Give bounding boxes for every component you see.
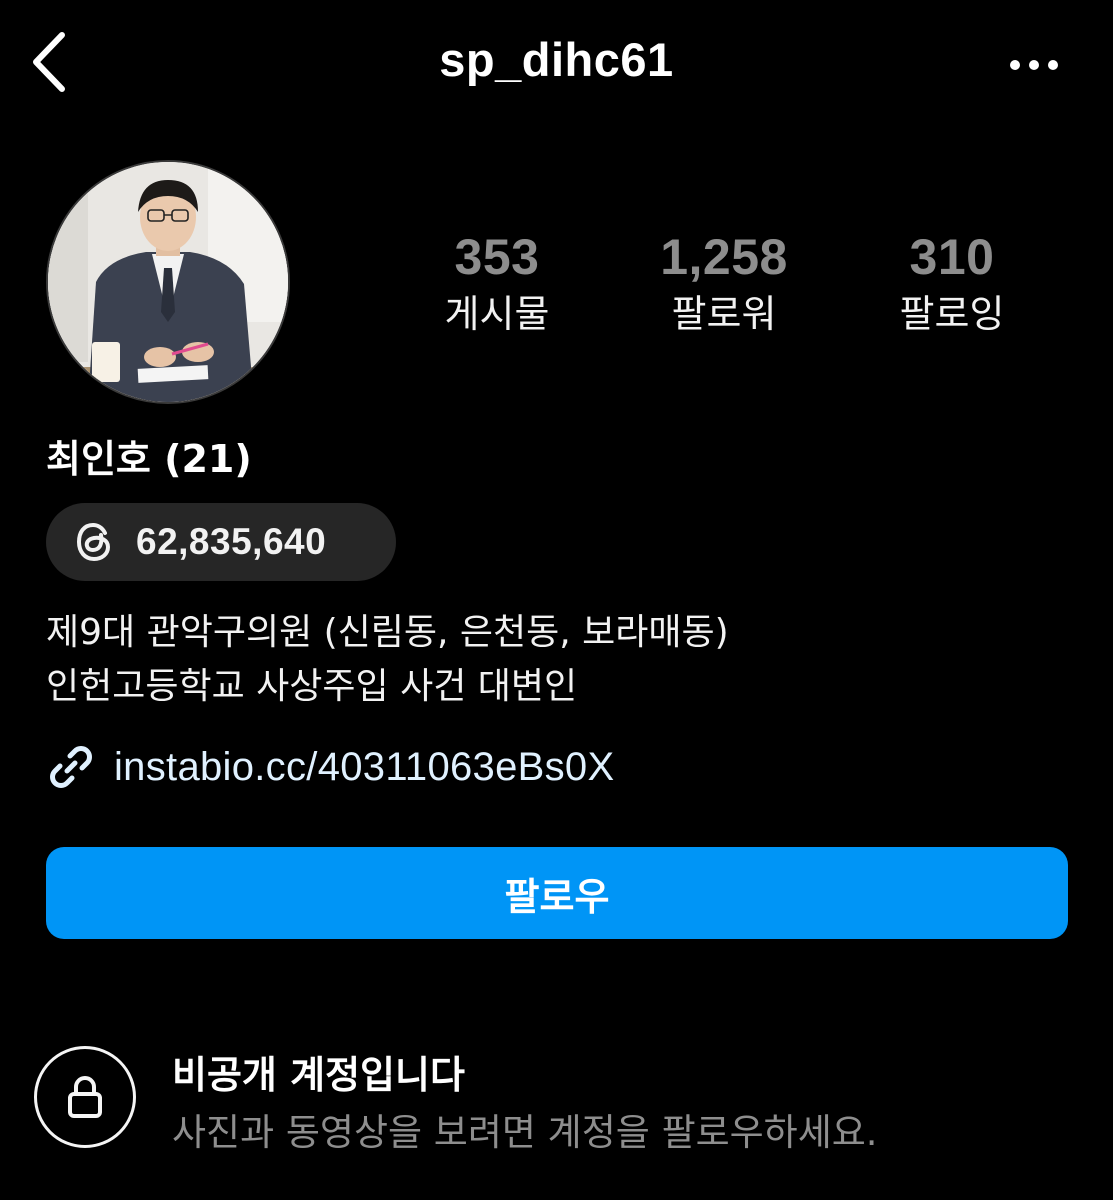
profile-display-name: 최인호 (21) [46, 437, 252, 481]
follow-button[interactable]: 팔로우 [46, 847, 1068, 939]
profile-link[interactable]: instabio.cc/40311063eBs0X [46, 742, 614, 792]
top-navigation-bar: sp_dihc61 [0, 0, 1113, 130]
posts-count: 353 [454, 229, 540, 285]
lock-icon [68, 1076, 102, 1118]
more-options-button[interactable] [999, 40, 1069, 90]
stat-posts[interactable]: 353 게시물 [387, 228, 607, 340]
private-account-title: 비공개 계정입니다 [172, 1053, 465, 1097]
posts-label: 게시물 [444, 292, 550, 336]
private-account-subtitle: 사진과 동영상을 보려면 계정을 팔로우하세요. [172, 1111, 878, 1154]
private-account-lock-badge [34, 1046, 136, 1148]
bio-line: 인헌고등학교 사상주입 사건 대변인 [46, 666, 578, 707]
following-count: 310 [909, 229, 995, 285]
following-label: 팔로잉 [899, 292, 1005, 336]
bio-line: 제9대 관악구의원 (신림동, 은천동, 보라매동) [46, 612, 729, 653]
stat-following[interactable]: 310 팔로잉 [842, 228, 1062, 340]
followers-count: 1,258 [660, 229, 788, 285]
profile-bio: 제9대 관악구의원 (신림동, 은천동, 보라매동) 인헌고등학교 사상주입 사… [46, 606, 729, 714]
avatar-photo [48, 162, 288, 402]
stat-followers[interactable]: 1,258 팔로워 [614, 228, 834, 340]
profile-avatar[interactable] [46, 160, 290, 404]
threads-badge[interactable]: 62,835,640 [46, 503, 396, 581]
threads-follower-count: 62,835,640 [136, 521, 327, 562]
threads-logo-icon [76, 522, 111, 562]
link-icon [50, 746, 92, 788]
more-horizontal-icon [1010, 60, 1058, 70]
followers-label: 팔로워 [671, 292, 777, 336]
profile-link-url[interactable]: instabio.cc/40311063eBs0X [114, 745, 614, 790]
profile-username-title: sp_dihc61 [439, 33, 674, 86]
